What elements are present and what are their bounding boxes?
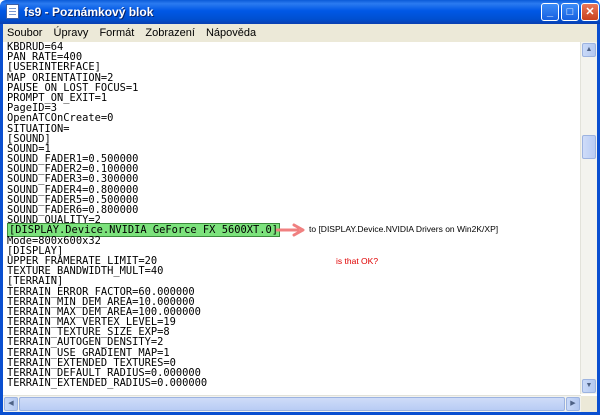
maximize-button[interactable]: □ xyxy=(561,3,579,21)
menu-zobrazeni[interactable]: Zobrazení xyxy=(141,24,199,42)
vertical-scrollbar[interactable]: ▲ ▼ xyxy=(580,42,597,394)
menu-napoveda[interactable]: Nápověda xyxy=(202,24,260,42)
close-button[interactable]: ✕ xyxy=(581,3,599,21)
text-line: OpenATCOnCreate=0 xyxy=(7,112,114,125)
horizontal-scrollbar[interactable]: ◀ ▶ xyxy=(3,395,581,412)
scroll-left-arrow-icon[interactable]: ◀ xyxy=(4,397,18,411)
menu-soubor[interactable]: Soubor xyxy=(3,24,46,42)
arrow-right-icon xyxy=(276,223,305,237)
text-line: SITUATION= xyxy=(7,122,70,135)
text-line: [TERRAIN] xyxy=(7,275,64,288)
question-annotation: is that OK? xyxy=(336,256,379,266)
title-bar[interactable]: fs9 - Poznámkový blok _ □ ✕ xyxy=(0,0,600,24)
notepad-icon[interactable] xyxy=(6,4,19,19)
text-line: KBDRUD=64 xyxy=(7,42,64,53)
vertical-scroll-thumb[interactable] xyxy=(582,135,596,159)
menu-format[interactable]: Formát xyxy=(95,24,138,42)
scroll-right-arrow-icon[interactable]: ▶ xyxy=(566,397,580,411)
horizontal-scroll-thumb[interactable] xyxy=(19,397,565,411)
minimize-button[interactable]: _ xyxy=(541,3,559,21)
text-line: TERRAIN_EXTENDED_RADIUS=0.000000 xyxy=(7,377,208,390)
menu-upravy[interactable]: Úpravy xyxy=(50,24,93,42)
scroll-up-arrow-icon[interactable]: ▲ xyxy=(582,43,596,57)
text-line: Mode=800x600x32 xyxy=(7,234,101,247)
text-editor[interactable]: KBDRUD=64 PAN_RATE=400 [USERINTERFACE] MAP_… xyxy=(5,42,583,390)
window-title: fs9 - Poznámkový blok xyxy=(24,5,154,19)
text-line: PROMPT_ON_EXIT=1 xyxy=(7,91,108,104)
text-line: [SOUND] xyxy=(7,132,51,145)
text-line: TEXTURE_BANDWIDTH_MULT=40 xyxy=(7,265,164,278)
size-grip[interactable] xyxy=(581,396,597,412)
replacement-annotation: to [DISPLAY.Device.NVIDIA Drivers on Win… xyxy=(309,224,499,234)
editor-text[interactable]: KBDRUD=64 PAN_RATE=400 [USERINTERFACE] MAP_… xyxy=(5,42,583,388)
scroll-down-arrow-icon[interactable]: ▼ xyxy=(582,379,596,393)
menu-bar: Soubor Úpravy Formát Zobrazení Nápověda xyxy=(0,24,600,42)
